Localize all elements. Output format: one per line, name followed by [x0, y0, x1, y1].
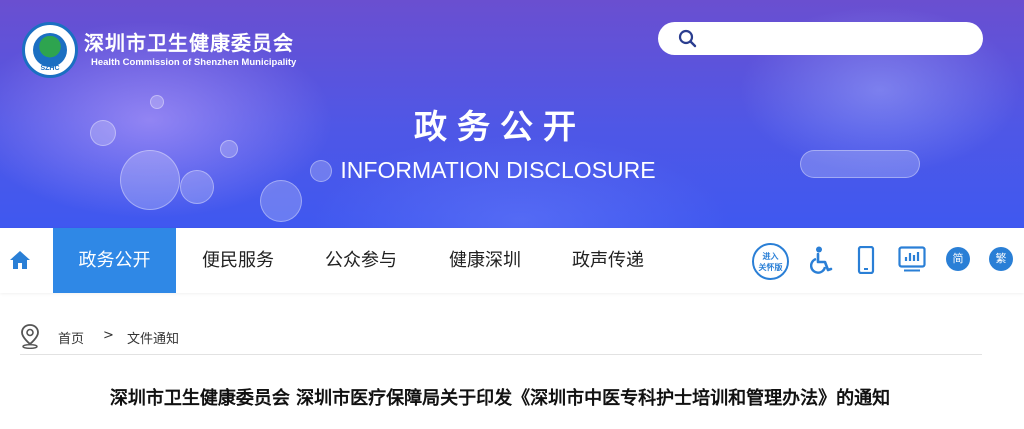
article-title: 深圳市卫生健康委员会 深圳市医疗保障局关于印发《深圳市中医专科护士培训和管理办法…: [109, 388, 891, 409]
nav-item-policy-voice[interactable]: 政声传递: [553, 228, 663, 293]
org-name-cn: 深圳市卫生健康委员会: [84, 31, 294, 55]
nav-item-public-participation[interactable]: 公众参与: [306, 228, 416, 293]
org-name-en: Health Commission of Shenzhen Municipali…: [91, 57, 297, 68]
care-mode-line1: 进入: [762, 252, 779, 261]
breadcrumb-home[interactable]: 首页: [58, 328, 84, 347]
search-box[interactable]: [658, 22, 983, 55]
banner-title-cn: 政务公开: [414, 107, 586, 146]
home-icon[interactable]: [9, 250, 31, 270]
divider: [20, 354, 982, 355]
wheelchair-icon[interactable]: [810, 246, 834, 274]
nav-item-healthy-shenzhen[interactable]: 健康深圳: [430, 228, 540, 293]
logo-emblem: [33, 33, 67, 67]
location-pin-icon: [21, 324, 39, 349]
monitor-chart-icon[interactable]: [898, 246, 926, 272]
breadcrumb-separator: >: [103, 328, 114, 343]
care-mode-line2: 关怀版: [758, 263, 783, 272]
mobile-phone-icon[interactable]: [857, 246, 875, 274]
search-input[interactable]: [706, 28, 966, 49]
banner-title-en: INFORMATION DISCLOSURE: [340, 157, 656, 183]
logo[interactable]: SZHC: [22, 22, 78, 78]
banner: SZHC 深圳市卫生健康委员会 Health Commission of She…: [0, 0, 1024, 228]
search-icon[interactable]: [678, 29, 698, 49]
nav-home[interactable]: [0, 228, 40, 293]
nav-item-public-services[interactable]: 便民服务: [183, 228, 293, 293]
breadcrumb-current[interactable]: 文件通知: [127, 328, 179, 347]
simplified-chinese-button[interactable]: 简: [946, 247, 970, 271]
care-mode-button[interactable]: 进入 关怀版: [752, 243, 789, 280]
traditional-chinese-button[interactable]: 繁: [989, 247, 1013, 271]
nav-item-information-disclosure[interactable]: 政务公开: [53, 228, 176, 293]
logo-text: SZHC: [40, 65, 60, 72]
